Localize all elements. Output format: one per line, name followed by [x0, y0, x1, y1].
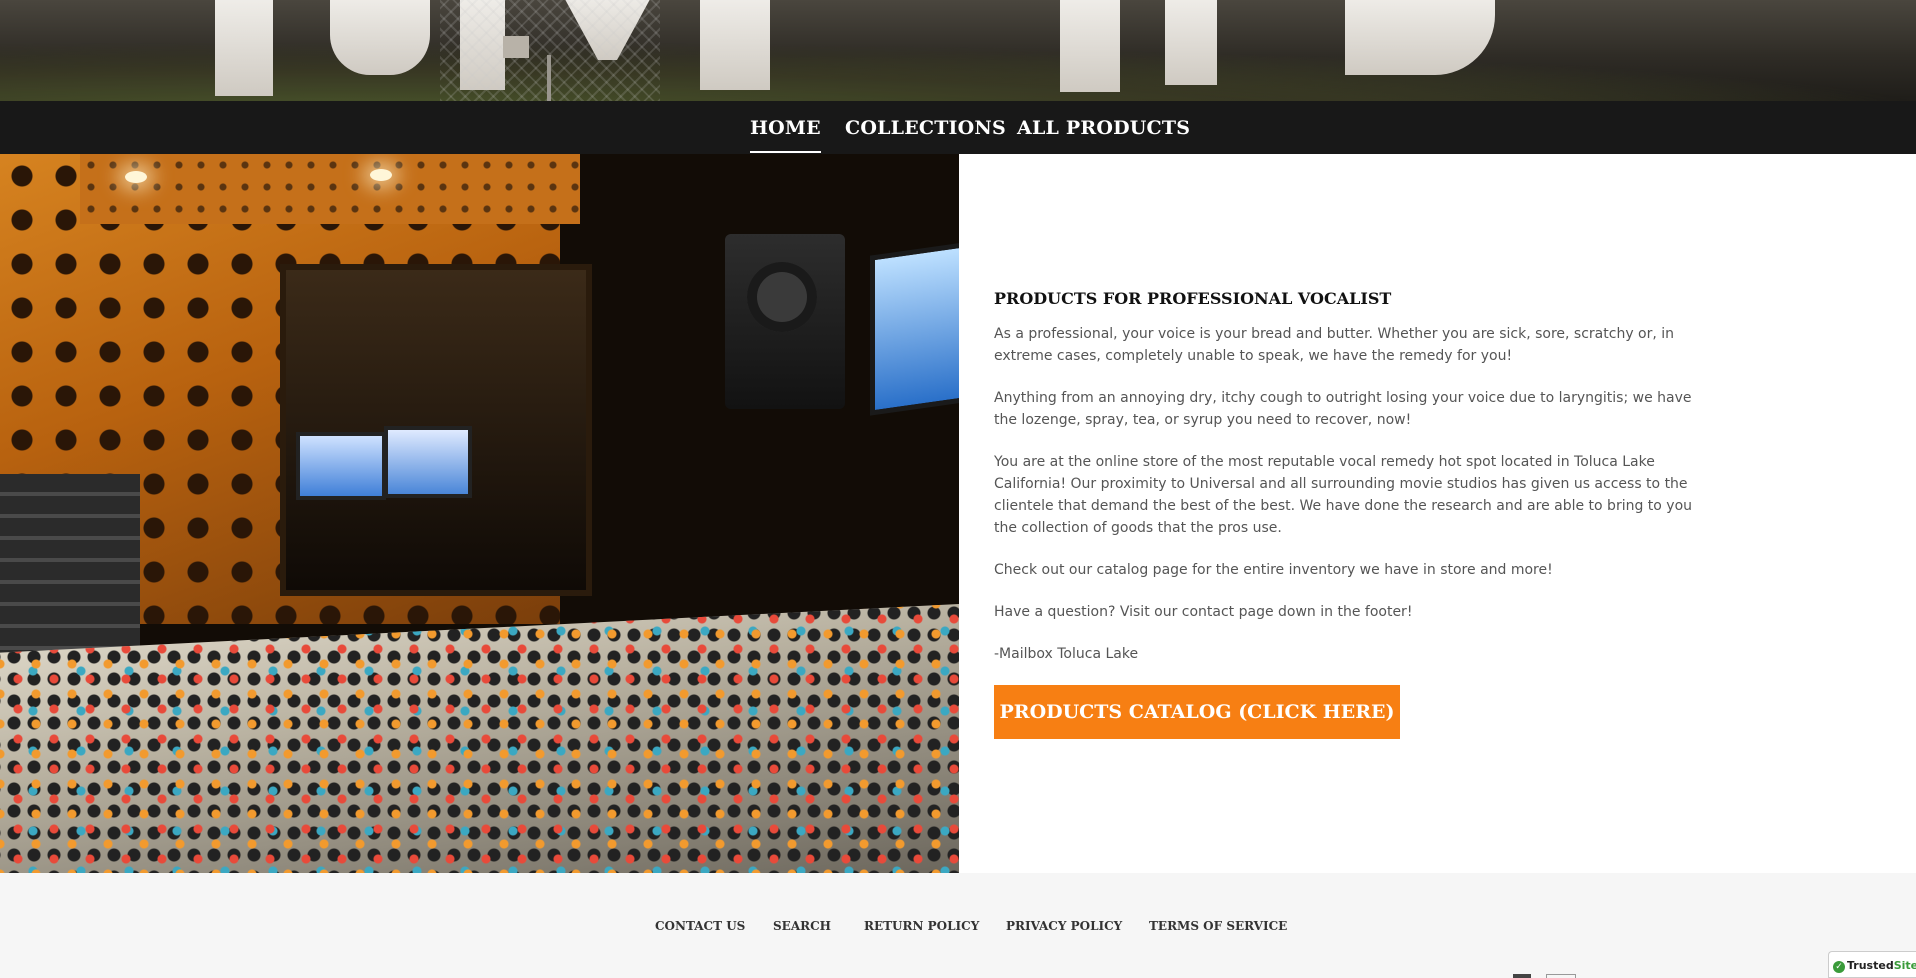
intro-paragraph: As a professional, your voice is your br…	[994, 326, 1675, 364]
checkmark-icon: ✓	[1833, 961, 1845, 973]
payment-icon	[1513, 974, 1531, 978]
trustedsite-badge[interactable]: ✓ TrustedSite	[1828, 951, 1916, 978]
ceiling-light	[370, 169, 392, 181]
ceiling-light	[125, 171, 147, 183]
catalog-paragraph: Check out our catalog page for the entir…	[994, 562, 1553, 578]
signature: -Mailbox Toluca Lake	[994, 646, 1139, 662]
badge-text-accent: Site	[1893, 959, 1916, 972]
payment-icon	[1546, 974, 1576, 978]
sign-letter	[330, 0, 430, 75]
badge-text: Trusted	[1847, 959, 1894, 972]
footer-link-search[interactable]: SEARCH	[773, 919, 831, 933]
monitor-screen	[384, 426, 472, 498]
sign-post	[547, 55, 551, 101]
mixing-console	[0, 604, 959, 873]
sign-letter	[1165, 0, 1217, 85]
main-section: PRODUCTS FOR PROFESSIONAL VOCALIST As a …	[0, 154, 1916, 873]
footer: CONTACT US SEARCH RETURN POLICY PRIVACY …	[0, 873, 1916, 978]
speaker	[725, 234, 845, 409]
studio-image	[0, 154, 959, 873]
question-paragraph: Have a question? Visit our contact page …	[994, 604, 1413, 620]
hero-banner-image	[0, 0, 1916, 101]
nav-collections[interactable]: COLLECTIONS	[845, 117, 1006, 139]
footer-link-privacy-policy[interactable]: PRIVACY POLICY	[1006, 919, 1122, 933]
sign-letter	[1060, 0, 1120, 92]
footer-link-contact-us[interactable]: CONTACT US	[655, 919, 745, 933]
hillside	[0, 41, 1916, 101]
sign-letter	[215, 0, 273, 96]
store-paragraph: You are at the online store of the most …	[994, 454, 1693, 536]
footer-link-return-policy[interactable]: RETURN POLICY	[864, 919, 979, 933]
warning-sign	[503, 36, 529, 58]
ceiling	[80, 154, 580, 224]
nav-home[interactable]: HOME	[750, 117, 821, 153]
main-nav: HOME COLLECTIONS ALL PRODUCTS	[0, 101, 1916, 154]
sign-letter	[700, 0, 770, 90]
remedy-paragraph: Anything from an annoying dry, itchy cou…	[994, 390, 1692, 428]
section-heading: PRODUCTS FOR PROFESSIONAL VOCALIST	[994, 289, 1392, 308]
footer-link-terms-of-service[interactable]: TERMS OF SERVICE	[1149, 919, 1287, 933]
monitor-screen	[296, 432, 386, 500]
side-monitor	[870, 242, 959, 416]
nav-all-products[interactable]: ALL PRODUCTS	[1017, 117, 1190, 139]
products-catalog-button[interactable]: PRODUCTS CATALOG (CLICK HERE)	[994, 685, 1400, 739]
